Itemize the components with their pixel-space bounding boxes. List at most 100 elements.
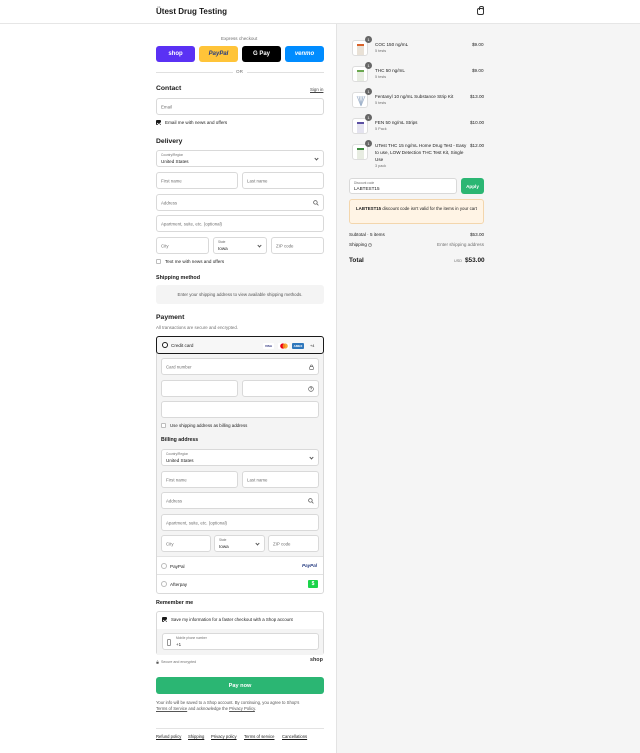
credit-card-radio[interactable] <box>162 342 168 348</box>
remember-box: Save my information for a faster checkou… <box>156 611 324 655</box>
footer-privacy-policy[interactable]: Privacy policy <box>211 734 237 739</box>
help-icon[interactable] <box>368 242 373 247</box>
use-shipping-checkbox[interactable] <box>161 423 166 428</box>
paypal-label: PayPal <box>170 564 185 569</box>
quantity-badge: 1 <box>365 62 372 69</box>
billing-city-field[interactable]: City <box>161 535 211 552</box>
item-variant: 3 pack <box>375 164 387 168</box>
afterpay-option[interactable]: Afterpay $ <box>157 574 323 593</box>
subtotal-label: Subtotal · 5 items <box>349 232 385 237</box>
billing-title: Billing address <box>161 437 199 443</box>
divider <box>156 72 233 73</box>
paypal-option[interactable]: PayPal PayPal <box>157 556 323 574</box>
afterpay-logo: $ <box>308 580 318 588</box>
zip-field[interactable]: ZIP code <box>271 237 324 254</box>
city-field[interactable]: City <box>156 237 209 254</box>
terms-link[interactable]: Terms of Service <box>156 706 187 711</box>
last-name-field[interactable]: Last name <box>242 172 324 189</box>
store-logo[interactable]: Ütest Drug Testing <box>156 7 227 16</box>
email-field[interactable]: Email <box>156 98 324 115</box>
item-price: $10.00 <box>470 120 485 125</box>
phone-field[interactable]: Mobile phone number +1 <box>162 633 319 650</box>
visa-icon: VISA <box>263 343 274 349</box>
name-on-card-field[interactable] <box>161 401 319 418</box>
total-value: $53.00 <box>465 257 485 264</box>
bag-icon[interactable] <box>477 6 484 15</box>
footer-refund-policy[interactable]: Refund policy <box>156 734 181 739</box>
afterpay-radio[interactable] <box>161 581 167 587</box>
mastercard-icon <box>278 343 289 349</box>
item-name: FEN 50 ng/mL Strips <box>375 120 418 125</box>
footer-terms-of-service[interactable]: Terms of service <box>244 734 274 739</box>
privacy-link[interactable]: Privacy Policy <box>229 706 255 711</box>
sign-in-link[interactable]: Sign in <box>310 87 323 92</box>
lock-icon <box>156 660 159 664</box>
first-name-field[interactable]: First name <box>156 172 238 189</box>
billing-country-select[interactable]: Country/Region United States <box>161 449 319 466</box>
shop-pay-button[interactable]: shop <box>156 46 195 62</box>
country-select[interactable]: Country/Region United States <box>156 150 324 167</box>
billing-zip-field[interactable]: ZIP code <box>268 535 319 552</box>
google-pay-button[interactable]: G Pay <box>242 46 281 62</box>
item-name: COC 150 ng/mL <box>375 42 409 47</box>
more-cards-badge: +4 <box>310 344 315 348</box>
afterpay-label: Afterpay <box>170 582 188 587</box>
state-select[interactable]: State Iowa <box>213 237 267 254</box>
save-info-label: Save my information for a faster checkou… <box>171 617 293 622</box>
text-news-checkbox[interactable] <box>156 259 161 264</box>
item-variant: 5 tests <box>375 49 387 53</box>
news-checkbox[interactable] <box>156 120 161 125</box>
billing-last-name-field[interactable]: Last name <box>242 471 319 488</box>
paypal-button[interactable]: PayPal <box>199 46 238 62</box>
quantity-badge: 1 <box>365 114 372 121</box>
text-news-label: Text me with news and offers <box>165 259 225 264</box>
expiration-field[interactable] <box>161 380 238 397</box>
security-code-field[interactable] <box>242 380 319 397</box>
warning-text: discount code isn't valid for the items … <box>382 206 477 211</box>
address-field[interactable]: Address <box>156 194 324 211</box>
billing-apartment-field[interactable]: Apartment, suite, etc. (optional) <box>161 514 319 531</box>
item-price: $12.00 <box>470 143 485 148</box>
search-icon <box>313 200 319 206</box>
apartment-field[interactable]: Apartment, suite, etc. (optional) <box>156 215 324 232</box>
shipping-method-box: Enter your shipping address to view avai… <box>156 285 324 304</box>
payment-subtitle: All transactions are secure and encrypte… <box>156 325 239 330</box>
save-info-checkbox[interactable] <box>162 617 167 622</box>
credit-card-label: Credit card <box>171 343 194 348</box>
warning-code: LABTEST15 <box>356 206 382 211</box>
or-divider: OR <box>236 69 243 74</box>
item-name: THC 50 ng/mL <box>375 68 405 73</box>
remember-title: Remember me <box>156 600 194 606</box>
card-number-field[interactable]: Card number <box>161 358 319 375</box>
item-name: UTest THC 15 ng/mL Home Drug Test - Easy… <box>375 143 467 162</box>
paypal-radio[interactable] <box>161 563 167 569</box>
paypal-logo: PayPal <box>302 563 318 568</box>
item-price: $13.00 <box>470 94 485 99</box>
delivery-title: Delivery <box>156 138 183 145</box>
item-variant: 5 tests <box>375 101 387 105</box>
item-variant: 5 tests <box>375 75 387 79</box>
venmo-button[interactable]: venmo <box>285 46 324 62</box>
secure-label: Secure and encrypted <box>161 660 197 664</box>
help-icon <box>308 386 314 392</box>
item-price: $9.00 <box>472 42 484 47</box>
discount-warning: LABTEST15 discount code isn't valid for … <box>349 199 484 224</box>
billing-first-name-field[interactable]: First name <box>161 471 238 488</box>
billing-state-select[interactable]: State Iowa <box>214 535 265 552</box>
shipping-label: Shipping <box>349 242 373 247</box>
pay-now-button[interactable]: Pay now <box>156 677 324 694</box>
item-name: Fentanyl 10 ng/mL Substance Strip Kit <box>375 94 454 99</box>
shipping-value: Enter shipping address <box>437 242 484 247</box>
footer-shipping[interactable]: Shipping <box>188 734 204 739</box>
total-label: Total <box>349 257 364 264</box>
use-shipping-label: Use shipping address as billing address <box>170 423 248 428</box>
credit-card-option[interactable]: Credit card VISA AMEX +4 <box>156 336 324 354</box>
footer-cancellations[interactable]: Cancellations <box>282 734 307 739</box>
billing-address-field[interactable]: Address <box>161 492 319 509</box>
apply-button[interactable]: Apply <box>461 178 484 194</box>
amex-icon: AMEX <box>292 343 304 349</box>
footer-divider <box>156 728 324 729</box>
contact-title: Contact <box>156 85 182 92</box>
header: Ütest Drug Testing <box>0 0 640 24</box>
discount-field[interactable]: Discount code LABTEST15 <box>349 178 457 194</box>
